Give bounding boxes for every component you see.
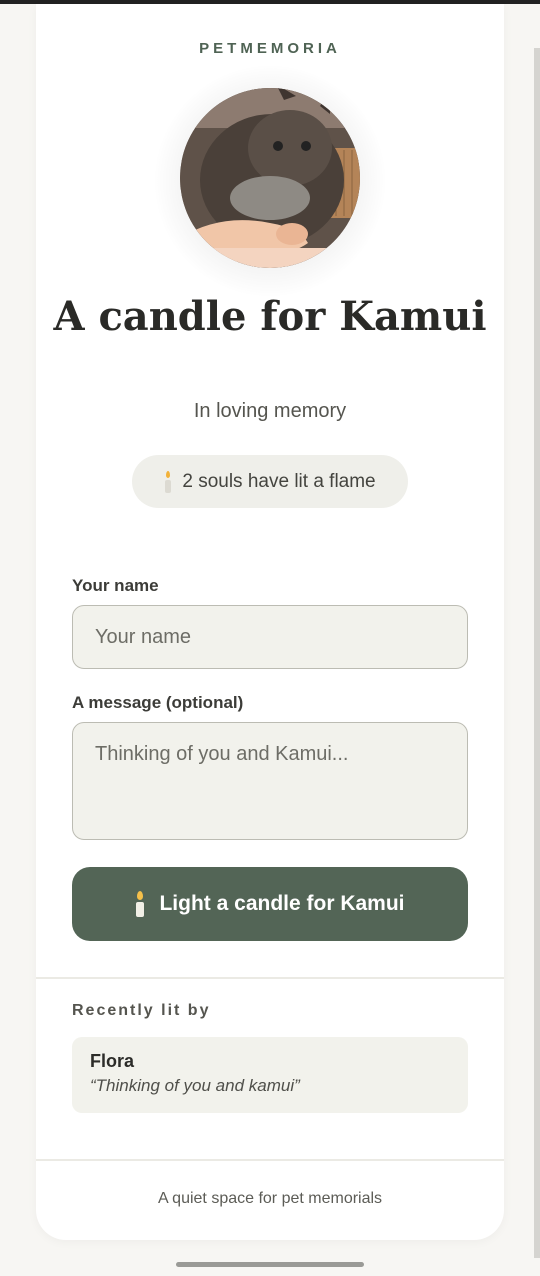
candle-icon: [135, 891, 145, 917]
page-title: A candle for Kamui: [53, 293, 487, 340]
light-candle-button-label: Light a candle for Kamui: [159, 892, 405, 915]
name-input-placeholder: Your name: [95, 625, 191, 648]
candle-icon: [164, 470, 172, 493]
home-indicator[interactable]: [176, 1262, 364, 1267]
candle-count-text: 2 souls have lit a flame: [182, 470, 376, 492]
name-label: Your name: [72, 576, 159, 595]
scrollbar[interactable]: [534, 48, 540, 1258]
entry-name: Flora: [90, 1051, 135, 1071]
scrollbar-thumb[interactable]: [534, 48, 540, 1258]
name-input[interactable]: Your name: [72, 605, 468, 669]
message-label: A message (optional): [72, 693, 244, 712]
footer-divider: [36, 1159, 504, 1161]
section-divider: [36, 977, 504, 979]
pet-photo: [180, 88, 360, 268]
list-item: Flora “Thinking of you and kamui”: [72, 1037, 468, 1113]
entry-message: “Thinking of you and kamui”: [90, 1076, 300, 1095]
message-textarea-placeholder: Thinking of you and Kamui...: [95, 743, 349, 765]
brand-logo-text[interactable]: PETMEMORIA: [36, 40, 504, 57]
footer-text: A quiet space for pet memorials: [157, 1190, 383, 1207]
recent-heading: Recently lit by: [72, 1002, 211, 1019]
page-subtitle: In loving memory: [193, 400, 347, 422]
light-candle-button[interactable]: Light a candle for Kamui: [72, 867, 468, 941]
memorial-card: PETMEMORIA A candle for Kamui In loving …: [36, 4, 504, 1240]
candle-count-badge: 2 souls have lit a flame: [132, 455, 408, 508]
message-textarea[interactable]: Thinking of you and Kamui...: [72, 722, 468, 840]
cat-photo-icon: [180, 88, 360, 268]
